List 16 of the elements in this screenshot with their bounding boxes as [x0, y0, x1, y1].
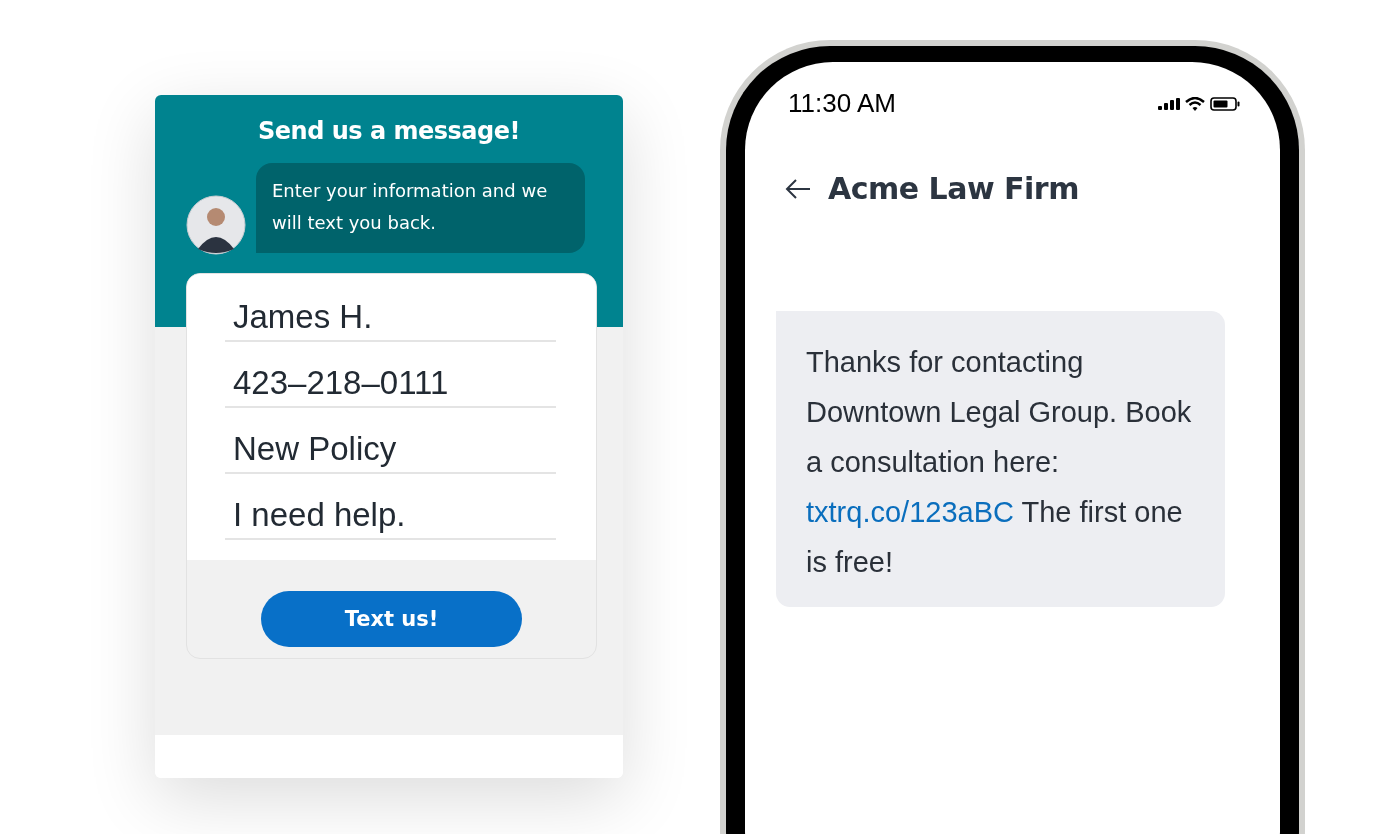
input-field[interactable]: James H.	[225, 298, 556, 342]
input-field[interactable]: I need help.	[225, 496, 556, 540]
message-text: Thanks for contacting Downtown Legal Group. Book a consultation here: txtrq.co/123aBC The first one is free!	[806, 345, 1193, 580]
conversation-title: Acme Law Firm	[828, 171, 1079, 206]
avatar-icon	[186, 195, 246, 255]
back-arrow-icon[interactable]	[785, 178, 811, 199]
signal-icon	[1158, 97, 1180, 110]
text-us-button[interactable]: Text us!	[261, 591, 522, 647]
input-field[interactable]: New Policy	[225, 430, 556, 474]
status-time: 11:30 AM	[788, 88, 897, 119]
battery-icon	[1210, 96, 1240, 111]
widget-title: Send us a message!	[257, 117, 521, 145]
intro-message: Enter your information and we will text you back.	[256, 163, 585, 253]
message-link[interactable]: txtrq.co/123aBC	[806, 496, 1014, 528]
input-field[interactable]: 423–218–0111	[225, 364, 556, 408]
wifi-icon	[1185, 96, 1205, 111]
